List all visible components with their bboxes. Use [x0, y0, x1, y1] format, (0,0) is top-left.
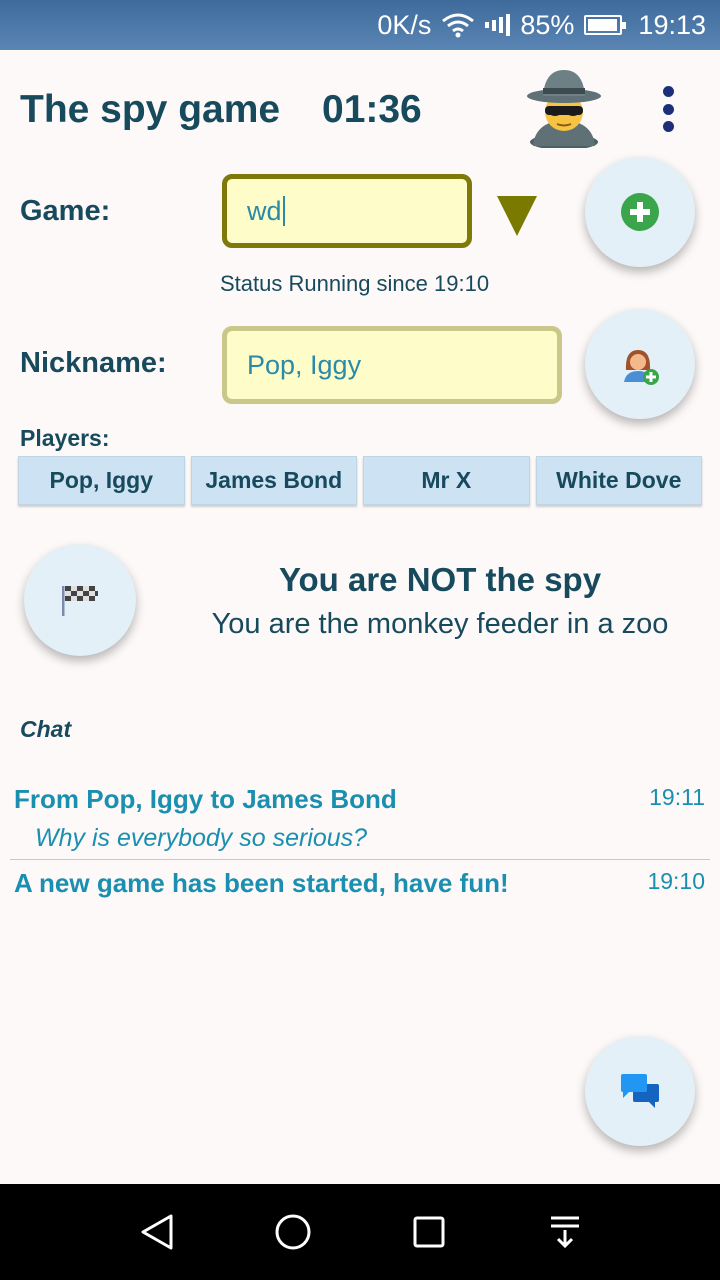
recents-icon[interactable] — [399, 1202, 459, 1262]
game-input-value: wd — [247, 195, 282, 226]
finish-game-button[interactable] — [24, 544, 136, 656]
role-title: You are NOT the spy — [278, 561, 602, 598]
battery-fill — [588, 19, 618, 31]
navigation-bar — [0, 1184, 720, 1280]
chat-message-header: A new game has been started, have fun! — [14, 868, 509, 898]
menu-dot — [662, 121, 674, 132]
new-game-button[interactable] — [585, 157, 695, 267]
notifications-down-icon[interactable] — [535, 1202, 595, 1262]
chat-label: Chat — [20, 716, 72, 742]
game-status: Status Running since 19:10 — [220, 271, 490, 296]
player-list: Pop, Iggy James Bond Mr X White Dove — [18, 456, 702, 505]
menu-dot — [662, 86, 674, 97]
nickname-input[interactable]: Pop, Iggy — [222, 326, 562, 404]
game-label: Game: — [20, 195, 111, 227]
network-speed: 0K/s — [377, 9, 432, 40]
chat-message-body: Why is everybody so serious? — [35, 824, 368, 852]
status-bar: 0K/s 85% 19:13 — [0, 0, 720, 50]
clock: 19:13 — [638, 9, 706, 40]
home-icon[interactable] — [263, 1202, 323, 1262]
battery-percent: 85% — [520, 9, 575, 40]
back-icon[interactable] — [127, 1202, 187, 1262]
battery-icon — [584, 15, 627, 35]
signal-icon — [485, 14, 511, 36]
menu-dot — [662, 103, 674, 115]
chat-message-time: 19:10 — [647, 868, 705, 894]
role-description: You are the monkey feeder in a zoo — [211, 608, 669, 640]
nickname-input-value: Pop, Iggy — [247, 349, 362, 380]
player-chip[interactable]: Mr X — [363, 456, 530, 505]
chat-bubbles-icon — [621, 1074, 659, 1108]
nickname-label: Nickname: — [20, 347, 167, 379]
chat-message-header: From Pop, Iggy to James Bond — [14, 784, 397, 814]
game-input[interactable]: wd — [222, 174, 472, 248]
person-add-icon — [624, 350, 659, 385]
triangle-down-icon[interactable] — [497, 196, 537, 236]
player-chip[interactable]: White Dove — [535, 456, 702, 505]
add-player-button[interactable] — [585, 309, 695, 419]
player-chip[interactable]: James Bond — [190, 456, 357, 505]
open-chat-button[interactable] — [585, 1036, 695, 1146]
chat-message-time: 19:11 — [649, 784, 705, 810]
game-timer: 01:36 — [322, 88, 422, 131]
text-caret — [282, 196, 285, 226]
spy-icon[interactable] — [525, 66, 603, 150]
player-chip[interactable]: Pop, Iggy — [18, 456, 185, 505]
more-vert-icon[interactable] — [658, 86, 678, 132]
chat-message: From Pop, Iggy to James Bond 19:11 Why i… — [10, 782, 710, 860]
players-label: Players: — [20, 425, 110, 451]
plus-circle-icon — [621, 193, 659, 231]
chat-message: A new game has been started, have fun! 1… — [10, 866, 710, 910]
wifi-icon — [441, 12, 475, 38]
checkered-flag-icon — [62, 586, 98, 616]
app-title: The spy game — [20, 88, 281, 131]
